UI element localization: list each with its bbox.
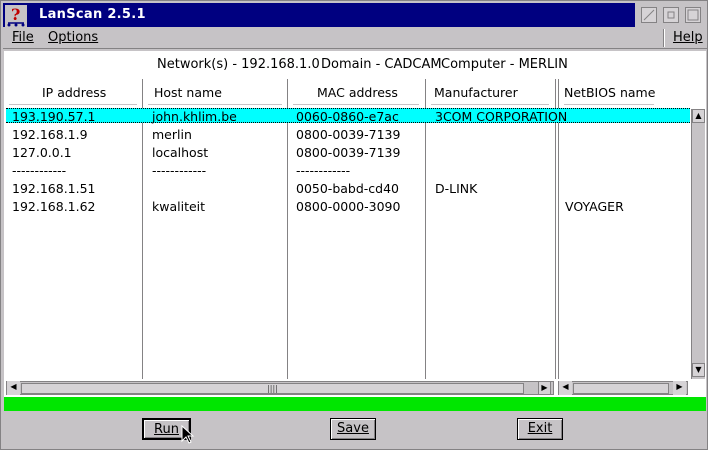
svg-text:?: ? [11,5,20,24]
header-underline [9,104,137,105]
restore-icon[interactable] [685,7,701,23]
row-4-host[interactable]: ------------ [152,163,206,178]
scroll-left-arrow-icon[interactable]: ◀ [559,381,572,395]
column-divider [142,79,143,379]
header-ip-address[interactable]: IP address [42,85,106,100]
header-host-name[interactable]: Host name [154,85,222,100]
menu-help-label: Help [673,30,703,45]
column-divider [425,79,426,379]
window-title: LanScan 2.5.1 [39,7,146,22]
domain-info: Domain - CADCAM [321,57,442,72]
row-6-host[interactable]: kwaliteit [152,199,205,214]
row-1-host[interactable]: john.khlim.be [152,109,237,124]
row-2-host[interactable]: merlin [152,127,192,142]
menu-bar: File Options Help [3,27,707,49]
menu-help[interactable]: Help [673,30,703,45]
row-3-mac[interactable]: 0800-0039-7139 [296,145,400,160]
mouse-pointer-icon [181,424,195,445]
menu-file[interactable]: File [12,30,34,45]
header-underline [431,104,549,105]
minimize-icon[interactable] [641,7,657,23]
row-6-ip[interactable]: 192.168.1.62 [12,199,96,214]
header-manufacturer[interactable]: Manufacturer [434,85,518,100]
header-underline [148,104,282,105]
menu-divider [663,29,665,47]
row-4-ip[interactable]: ------------ [12,163,66,178]
header-underline [293,104,419,105]
row-1-mac[interactable]: 0060-0860-e7ac [296,109,399,124]
row-1-ip[interactable]: 193.190.57.1 [12,109,96,124]
row-6-netbios[interactable]: VOYAGER [565,199,624,214]
row-3-host[interactable]: localhost [152,145,208,160]
header-mac-address[interactable]: MAC address [317,85,398,100]
network-info: Network(s) - 192.168.1.0 [157,57,320,72]
row-3-ip[interactable]: 127.0.0.1 [12,145,72,160]
row-2-mac[interactable]: 0800-0039-7139 [296,127,400,142]
question-mark-app-icon[interactable]: ? [5,5,27,27]
window-controls [635,3,707,27]
scroll-right-arrow-icon[interactable]: ▶ [673,381,686,395]
row-5-ip[interactable]: 192.168.1.51 [12,181,96,196]
menu-options[interactable]: Options [48,30,98,45]
save-button[interactable]: Save [330,418,376,440]
scrollbar-thumb[interactable]: |||| [21,383,524,394]
title-bar[interactable]: ? LanScan 2.5.1 [3,3,707,27]
network-info-bar: Network(s) - 192.168.1.0 Domain - CADCAM… [4,51,706,79]
scroll-up-arrow-icon[interactable]: ▲ [692,109,705,123]
header-netbios-name[interactable]: NetBIOS name [564,85,655,100]
menu-options-label: Options [48,30,99,45]
computer-info: Computer - MERLIN [441,57,568,72]
row-4-mac[interactable]: ------------ [296,163,350,178]
exit-button[interactable]: Exit [517,418,563,440]
scrollbar-thumb[interactable] [573,383,669,394]
menu-file-label: File [12,30,34,45]
scan-results-table: IP address Host name MAC address Manufac… [4,79,706,397]
scroll-left-arrow-icon[interactable]: ◀ [7,381,20,395]
progress-status-bar [4,397,706,411]
column-divider [558,79,559,379]
header-underline [564,104,654,105]
exit-button-label: Exit [527,421,553,436]
save-button-label: Save [337,421,369,436]
scroll-down-arrow-icon[interactable]: ▼ [692,363,705,377]
row-2-ip[interactable]: 192.168.1.9 [12,127,88,142]
column-divider [555,79,556,379]
row-5-mac[interactable]: 0050-babd-cd40 [296,181,399,196]
vertical-scrollbar[interactable]: ▲ ▼ [691,109,705,379]
row-5-manufacturer[interactable]: D-LINK [435,181,477,196]
run-button-label: Run [154,422,179,437]
column-divider [287,79,288,379]
row-6-mac[interactable]: 0800-0000-3090 [296,199,400,214]
scroll-right-arrow-icon[interactable]: ▶ [538,381,551,395]
horizontal-scrollbar-right[interactable]: ◀ ▶ [558,381,688,395]
horizontal-scrollbar-left[interactable]: ◀ |||| ▶ [6,381,554,395]
lanscan-window: ? LanScan 2.5.1 File Options Help Networ… [0,0,708,450]
row-1-manufacturer[interactable]: 3COM CORPORATION [435,109,567,124]
maximize-icon[interactable] [663,7,679,23]
